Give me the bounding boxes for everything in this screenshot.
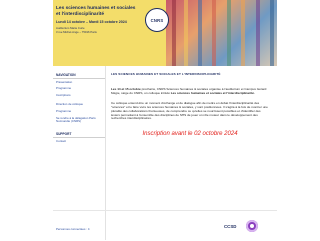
banner-photo [166,0,277,66]
sidebar-item-presentation[interactable]: Présentation [53,79,105,86]
page-container: Les sciences humaines et sociales et l'i… [53,0,277,240]
sidebar-item-programme-2[interactable]: Programme [53,108,105,115]
ccsd-logo[interactable]: CCSD [224,222,242,230]
description-paragraph: Ce colloque entend être un moment d'écha… [111,100,268,121]
ccsd-logo-text: CCSD [224,223,237,229]
sidebar-item-delegation[interactable]: Se rendre à la délégation Paris Normandi… [53,115,105,125]
cnrs-logo: CNRS [145,8,169,32]
registration-deadline: Inscription avant le 02 octobre 2024 [142,131,238,138]
section-title: LES SCIENCES HUMAINES ET SOCIALES ET L'I… [111,72,221,76]
sidebar-heading-navigation: NAVIGATION [53,71,105,79]
sidebar-item-contact[interactable]: Contact [53,138,105,145]
sidebar-item-programme[interactable]: Programme [53,86,105,93]
cnrs-logo-text: CNRS [150,17,164,23]
connected-users-text: Personnes connectées : 4 [56,227,90,231]
intro-colloque-title: Les sciences humaines et sociales et l'i… [170,90,255,95]
sidebar-item-direction[interactable]: Direction de colloque [53,102,105,109]
main-content: LES SCIENCES HUMAINES ET SOCIALES ET L'I… [111,72,269,137]
sidebar-item-inscriptions[interactable]: Inscriptions [53,92,105,99]
event-banner: Les sciences humaines et sociales et l'i… [53,0,277,66]
sciencesconf-logo-center [250,224,254,228]
intro-paragraph: Les 14 et 15 octobre prochains, CNRS Sci… [111,87,269,96]
sidebar-heading-support: SUPPORT [53,130,105,138]
footer: Personnes connectées : 4 CCSD [53,210,277,241]
